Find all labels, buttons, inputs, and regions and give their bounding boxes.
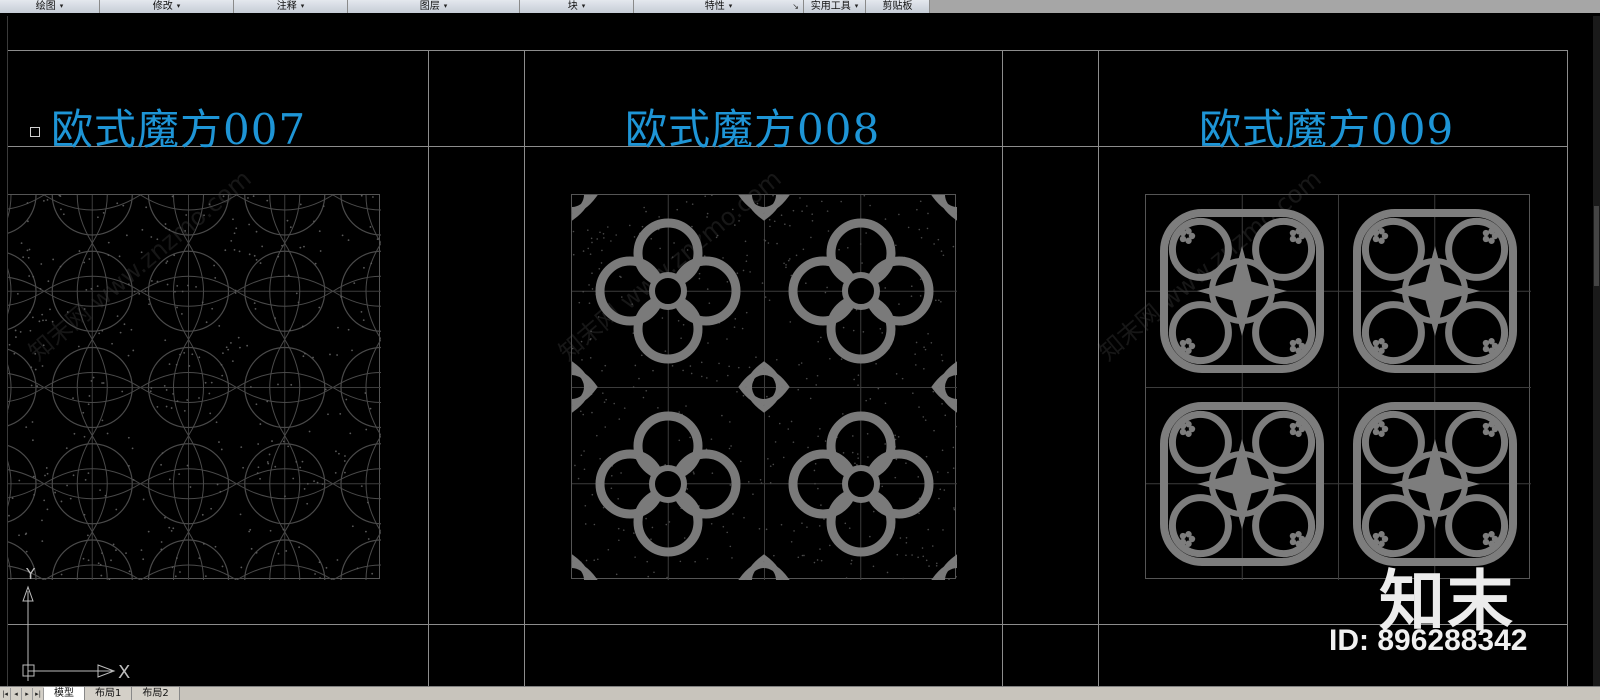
ribbon-empty-area — [930, 0, 1600, 13]
ribbon-group-annotate[interactable]: 注释 ▾ — [234, 0, 348, 13]
ribbon-panel-bar: 绘图 ▾ 修改 ▾ 注释 ▾ 图层 ▾ 块 ▾ 特性 ▾ ↘ 实用工具 ▾ 剪贴板 — [0, 0, 1600, 13]
grip-marker[interactable] — [30, 127, 40, 137]
tab-layout2[interactable]: 布局2 — [132, 687, 180, 700]
drawing-title-008: 欧式魔方008 — [625, 105, 881, 154]
tabbar-empty-area — [179, 687, 1600, 700]
chevron-down-icon: ▾ — [581, 2, 586, 10]
ribbon-group-block[interactable]: 块 ▾ — [520, 0, 634, 13]
drawing-title-007: 欧式魔方007 — [51, 105, 307, 154]
ribbon-group-utilities[interactable]: 实用工具 ▾ — [804, 0, 866, 13]
pattern-007-graphic — [8, 195, 381, 580]
pattern-009-graphic — [1146, 195, 1531, 580]
ribbon-group-clipboard[interactable]: 剪贴板 — [866, 0, 930, 13]
next-tab-icon[interactable]: ▸ — [22, 687, 33, 700]
drawing-canvas[interactable]: 知末网 www.znzmo.com 知末网 www.znzmo.com 知末网 … — [7, 16, 1593, 686]
frame-line — [1098, 50, 1099, 686]
brand-id: ID: 896288342 — [1329, 624, 1528, 657]
cad-window: 绘图 ▾ 修改 ▾ 注释 ▾ 图层 ▾ 块 ▾ 特性 ▾ ↘ 实用工具 ▾ 剪贴板 — [0, 0, 1600, 700]
ribbon-group-properties-label: 特性 — [704, 1, 725, 12]
chevron-down-icon: ▾ — [854, 2, 859, 10]
chevron-down-icon: ▾ — [300, 2, 305, 10]
ucs-y-label: Y — [25, 565, 36, 583]
scrollbar-thumb[interactable] — [1594, 206, 1599, 286]
ucs-icon: Y X — [22, 565, 130, 683]
last-tab-icon[interactable]: ▸| — [33, 687, 44, 700]
ribbon-group-clipboard-label: 剪贴板 — [882, 1, 913, 12]
chevron-down-icon: ▾ — [728, 2, 733, 10]
ribbon-group-block-label: 块 — [567, 1, 578, 12]
ribbon-group-draw[interactable]: 绘图 ▾ — [0, 0, 100, 13]
vertical-scrollbar[interactable] — [1593, 16, 1600, 686]
pattern-008-graphic — [572, 195, 957, 580]
ucs-x-label: X — [118, 662, 130, 683]
chevron-down-icon: ▾ — [59, 2, 64, 10]
ribbon-group-modify[interactable]: 修改 ▾ — [100, 0, 234, 13]
ribbon-group-properties[interactable]: 特性 ▾ ↘ — [634, 0, 804, 13]
tab-model[interactable]: 模型 — [44, 687, 85, 700]
tile-pattern-007[interactable] — [8, 194, 381, 580]
ribbon-group-layers[interactable]: 图层 ▾ — [348, 0, 520, 13]
ribbon-group-annotate-label: 注释 — [276, 1, 297, 12]
chevron-down-icon: ▾ — [176, 2, 181, 10]
chevron-down-icon: ▾ — [443, 2, 448, 10]
ribbon-group-layers-label: 图层 — [419, 1, 440, 12]
frame-line — [1567, 50, 1568, 686]
tab-layout1[interactable]: 布局1 — [85, 687, 133, 700]
drawing-title-009: 欧式魔方009 — [1199, 105, 1455, 154]
first-tab-icon[interactable]: |◂ — [0, 687, 11, 700]
ribbon-group-modify-label: 修改 — [152, 1, 173, 12]
layout-tab-bar: |◂ ◂ ▸ ▸| 模型 布局1 布局2 — [0, 686, 1600, 700]
ribbon-group-utilities-label: 实用工具 — [810, 1, 851, 12]
prev-tab-icon[interactable]: ◂ — [11, 687, 22, 700]
frame-line — [1002, 50, 1003, 686]
dialog-launcher-icon[interactable]: ↘ — [792, 0, 799, 13]
ribbon-group-draw-label: 绘图 — [35, 1, 56, 12]
frame-line — [8, 50, 1568, 51]
frame-line — [428, 50, 429, 686]
tile-pattern-009[interactable] — [1145, 194, 1531, 580]
tile-pattern-008[interactable] — [571, 194, 957, 580]
frame-line — [524, 50, 525, 686]
